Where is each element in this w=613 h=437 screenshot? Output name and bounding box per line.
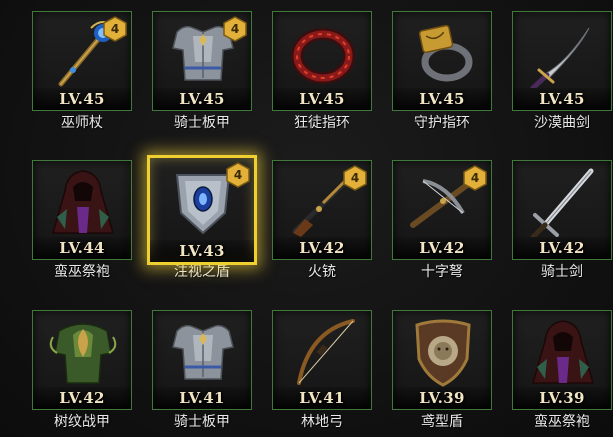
lion-shield-icon xyxy=(415,319,471,387)
equipment-item[interactable]: 4 LV.45 骑士板甲 xyxy=(152,11,252,132)
upgrade-badge: 4 xyxy=(226,162,250,188)
equipment-item[interactable]: LV.41 林地弓 xyxy=(272,310,372,431)
equipment-item[interactable]: LV.45 守护指环 xyxy=(392,11,492,132)
item-name: 骑士板甲 xyxy=(174,414,230,430)
equipment-item[interactable]: LV.45 狂徒指环 xyxy=(272,11,372,132)
item-slot[interactable]: LV.39 xyxy=(392,310,492,410)
item-slot[interactable]: 4 LV.42 xyxy=(392,160,492,260)
item-name: 巫师杖 xyxy=(61,115,103,131)
item-name: 林地弓 xyxy=(301,414,343,430)
item-level: LV.39 xyxy=(513,387,611,409)
item-name: 注视之盾 xyxy=(174,264,230,280)
equipment-item[interactable]: 4 LV.43 注视之盾 xyxy=(147,155,257,281)
item-name: 十字弩 xyxy=(421,264,463,280)
item-name: 守护指环 xyxy=(414,115,470,131)
item-level: LV.45 xyxy=(273,88,371,110)
item-slot[interactable]: LV.42 xyxy=(32,310,132,410)
item-name: 骑士剑 xyxy=(541,264,583,280)
plate-armor-icon xyxy=(172,324,234,380)
badge-count: 4 xyxy=(350,171,360,185)
item-level: LV.42 xyxy=(33,387,131,409)
upgrade-badge: 4 xyxy=(343,165,367,191)
badge-count: 4 xyxy=(110,22,120,36)
longsword-icon xyxy=(530,168,594,237)
item-name: 鸢型盾 xyxy=(421,414,463,430)
item-name: 蛮巫祭袍 xyxy=(54,264,110,280)
leaf-armor-icon xyxy=(49,323,117,384)
item-name: 沙漠曲剑 xyxy=(534,115,590,131)
item-level: LV.41 xyxy=(273,387,371,409)
upgrade-badge: 4 xyxy=(103,16,127,42)
item-slot[interactable]: LV.42 xyxy=(512,160,612,260)
item-name: 火铳 xyxy=(308,264,336,280)
item-slot[interactable]: LV.44 xyxy=(32,160,132,260)
item-level: LV.39 xyxy=(393,387,491,409)
item-level: LV.44 xyxy=(33,237,131,259)
equipment-item[interactable]: LV.39 蛮巫祭袍 xyxy=(512,310,612,431)
item-slot[interactable]: LV.41 xyxy=(152,310,252,410)
hooded-robe-icon xyxy=(532,320,594,384)
scimitar-icon xyxy=(530,27,590,88)
badge-count: 4 xyxy=(233,168,243,182)
item-level: LV.43 xyxy=(150,240,254,262)
equipment-item[interactable]: LV.42 树纹战甲 xyxy=(32,310,132,431)
equipment-item[interactable]: LV.41 骑士板甲 xyxy=(152,310,252,431)
item-name: 蛮巫祭袍 xyxy=(534,414,590,430)
item-slot[interactable]: LV.41 xyxy=(272,310,372,410)
item-slot[interactable]: 4 LV.45 xyxy=(32,11,132,111)
item-level: LV.45 xyxy=(513,88,611,110)
equipment-item[interactable]: LV.39 鸢型盾 xyxy=(392,310,492,431)
equipment-item[interactable]: 4 LV.42 火铳 xyxy=(272,160,372,281)
longbow-icon xyxy=(297,319,355,385)
item-level: LV.45 xyxy=(153,88,251,110)
item-slot[interactable]: 4 LV.42 xyxy=(272,160,372,260)
hooded-robe-icon xyxy=(52,170,114,234)
item-slot[interactable]: 4 LV.45 xyxy=(152,11,252,111)
gold-ring-icon xyxy=(418,24,473,82)
item-slot[interactable]: LV.45 xyxy=(392,11,492,111)
item-slot-selected[interactable]: 4 LV.43 xyxy=(147,155,257,265)
item-slot[interactable]: LV.45 xyxy=(272,11,372,111)
equipment-grid: 4 LV.45 巫师杖 4 LV.45 骑士板甲 LV.45 狂徒指环 LV.4… xyxy=(0,0,613,437)
item-level: LV.41 xyxy=(153,387,251,409)
item-slot[interactable]: LV.45 xyxy=(512,11,612,111)
equipment-item[interactable]: 4 LV.45 巫师杖 xyxy=(32,11,132,132)
equipment-item[interactable]: LV.42 骑士剑 xyxy=(512,160,612,281)
red-ring-icon xyxy=(291,28,355,84)
equipment-item[interactable]: LV.44 蛮巫祭袍 xyxy=(32,160,132,281)
badge-count: 4 xyxy=(470,171,480,185)
item-name: 狂徒指环 xyxy=(294,115,350,131)
item-level: LV.42 xyxy=(273,237,371,259)
item-level: LV.42 xyxy=(393,237,491,259)
upgrade-badge: 4 xyxy=(463,165,487,191)
equipment-item[interactable]: 4 LV.42 十字弩 xyxy=(392,160,492,281)
item-name: 树纹战甲 xyxy=(54,414,110,430)
equipment-item[interactable]: LV.45 沙漠曲剑 xyxy=(512,11,612,132)
upgrade-badge: 4 xyxy=(223,16,247,42)
item-level: LV.45 xyxy=(33,88,131,110)
badge-count: 4 xyxy=(230,22,240,36)
item-name: 骑士板甲 xyxy=(174,115,230,131)
item-level: LV.45 xyxy=(393,88,491,110)
item-slot[interactable]: LV.39 xyxy=(512,310,612,410)
item-level: LV.42 xyxy=(513,237,611,259)
